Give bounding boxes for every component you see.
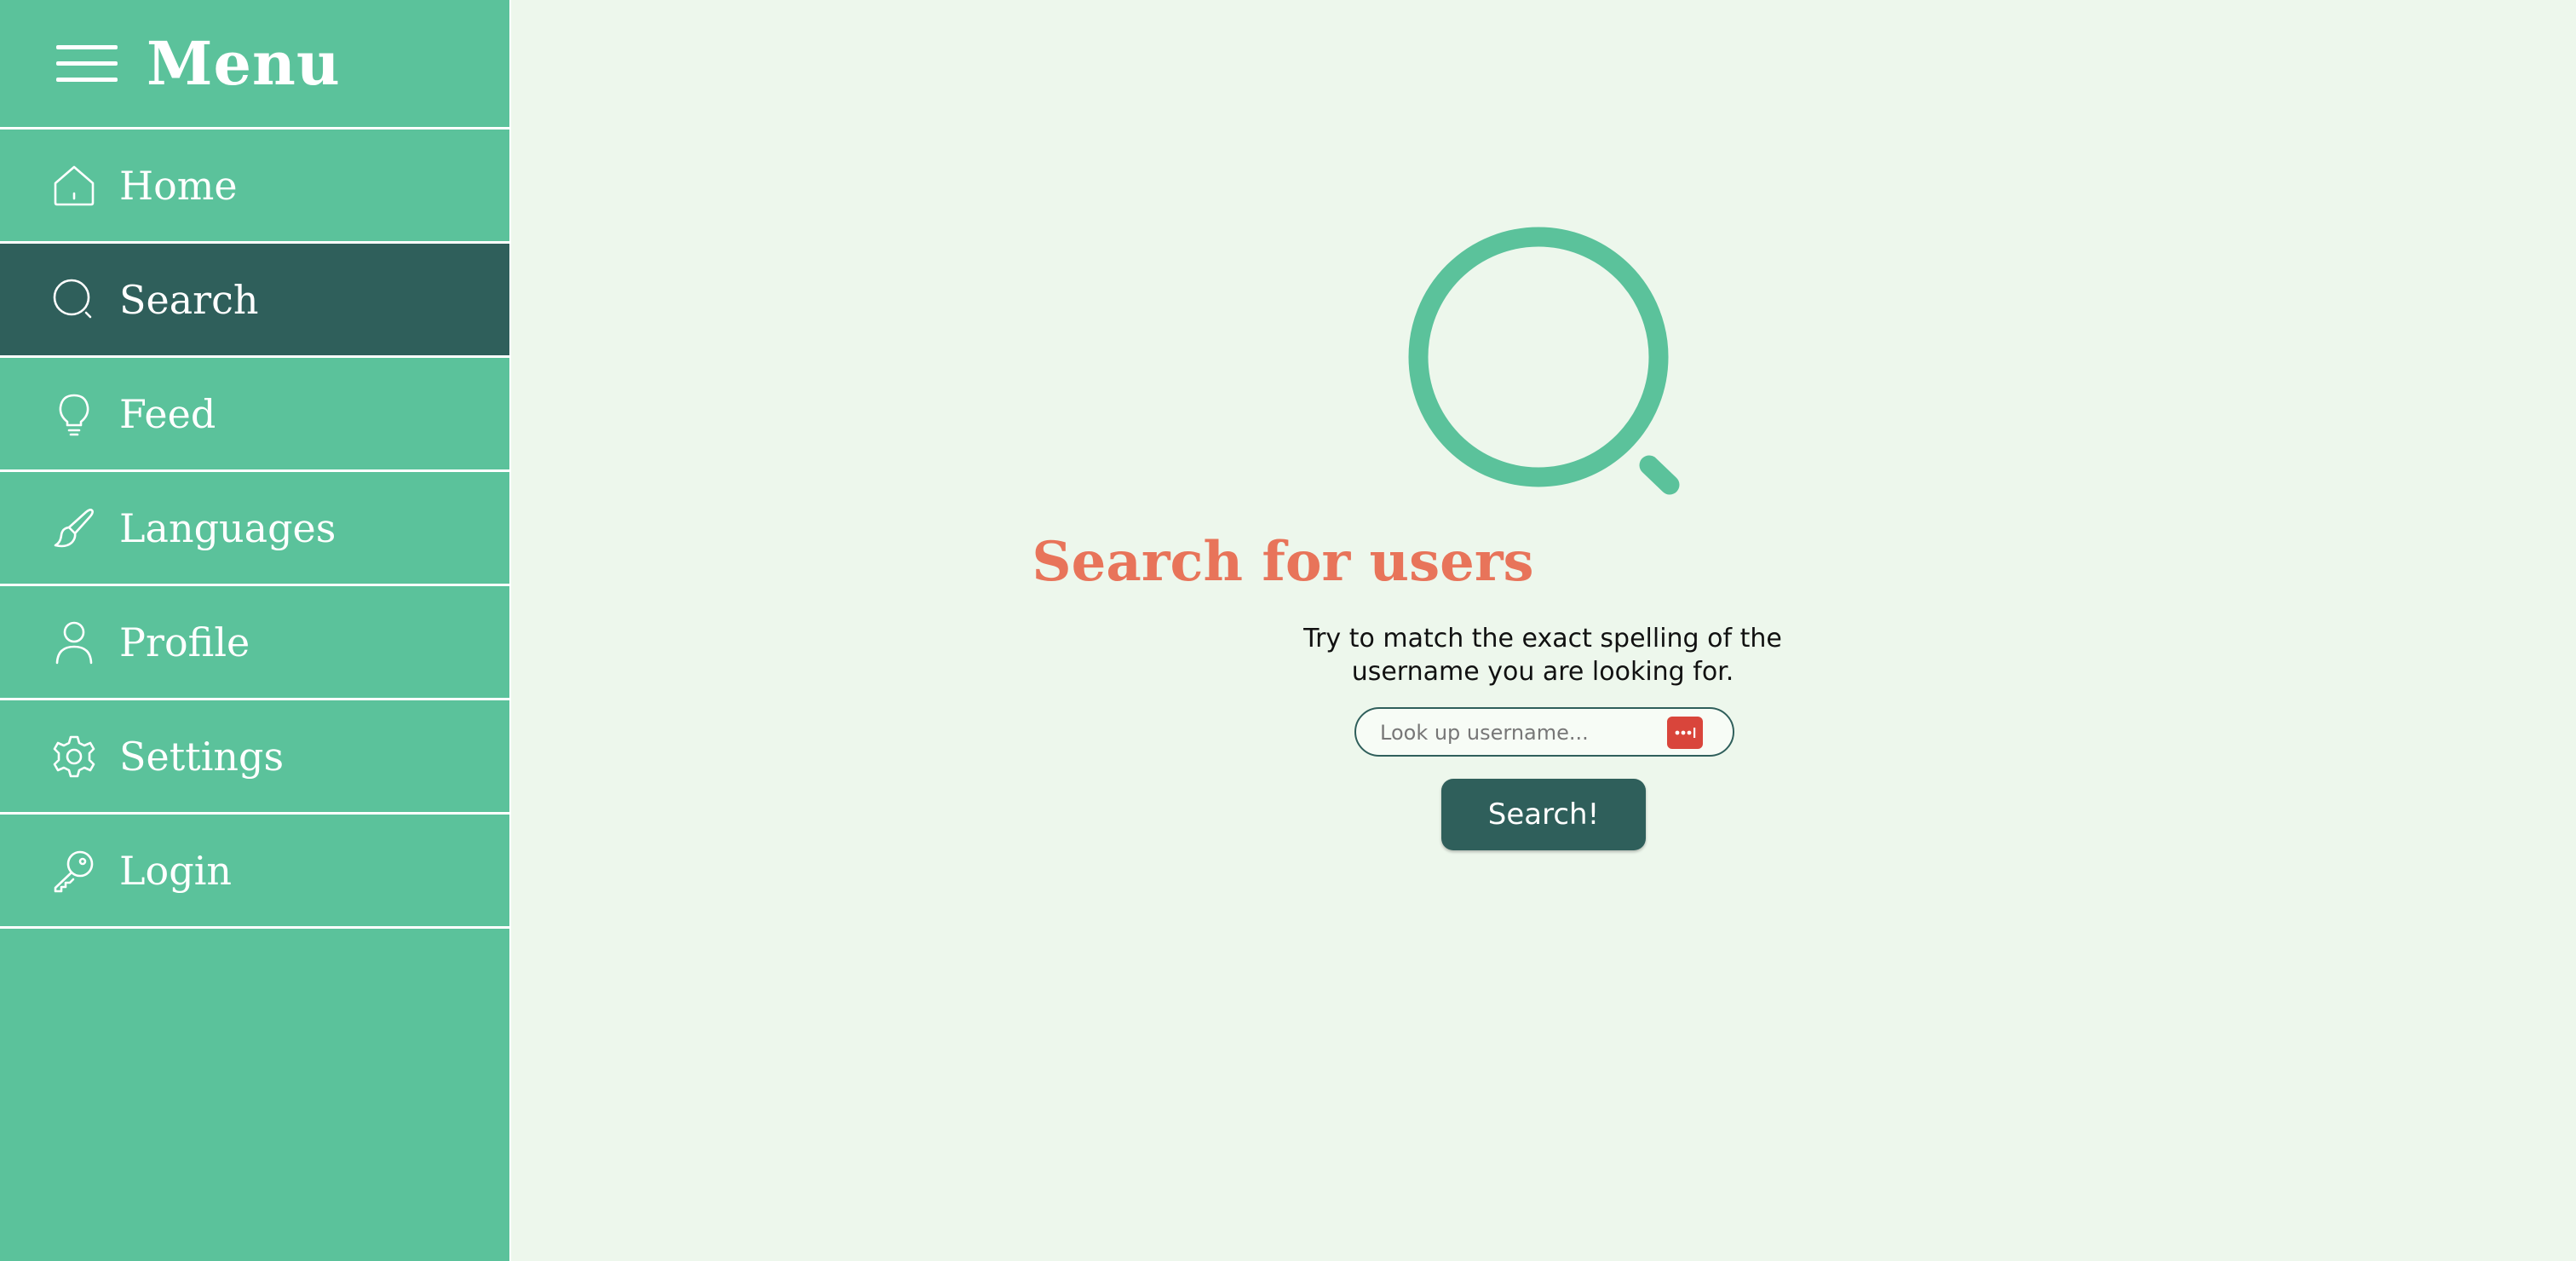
sidebar-item-settings[interactable]: Settings [0,700,509,815]
sidebar-item-home[interactable]: Home [0,130,509,244]
sidebar-item-label: Home [119,162,238,209]
sidebar: Menu Home Search Feed Languages Profile [0,0,511,1261]
sidebar-item-label: Search [119,276,259,323]
menu-title: Menu [147,28,341,99]
search-icon [1407,225,1688,506]
menu-header: Menu [0,0,509,130]
sidebar-item-label: Profile [119,619,250,665]
lightbulb-icon [51,391,97,437]
search-icon [51,277,97,323]
password-manager-icon[interactable] [1667,717,1703,749]
search-description: Try to match the exact spelling of the u… [1303,624,1782,687]
sidebar-item-feed[interactable]: Feed [0,358,509,472]
sidebar-item-label: Login [119,847,233,894]
sidebar-item-search[interactable]: Search [0,244,509,358]
sidebar-item-languages[interactable]: Languages [0,472,509,586]
username-search-input[interactable] [1378,716,1671,750]
hamburger-icon[interactable] [56,43,118,84]
main-content: Search for users Try to match the exact … [511,0,2576,1261]
search-button[interactable]: Search! [1441,779,1646,850]
sidebar-item-login[interactable]: Login [0,815,509,929]
sidebar-item-profile[interactable]: Profile [0,586,509,700]
sidebar-item-label: Languages [119,504,336,551]
sidebar-item-label: Settings [119,733,285,780]
user-icon [51,619,97,665]
sidebar-item-label: Feed [119,390,216,437]
home-icon [51,163,97,209]
page-title: Search for users [1032,530,1534,594]
brush-icon [51,505,97,551]
key-icon [51,848,97,894]
username-search-field [1354,707,1734,757]
gear-icon [51,734,97,780]
